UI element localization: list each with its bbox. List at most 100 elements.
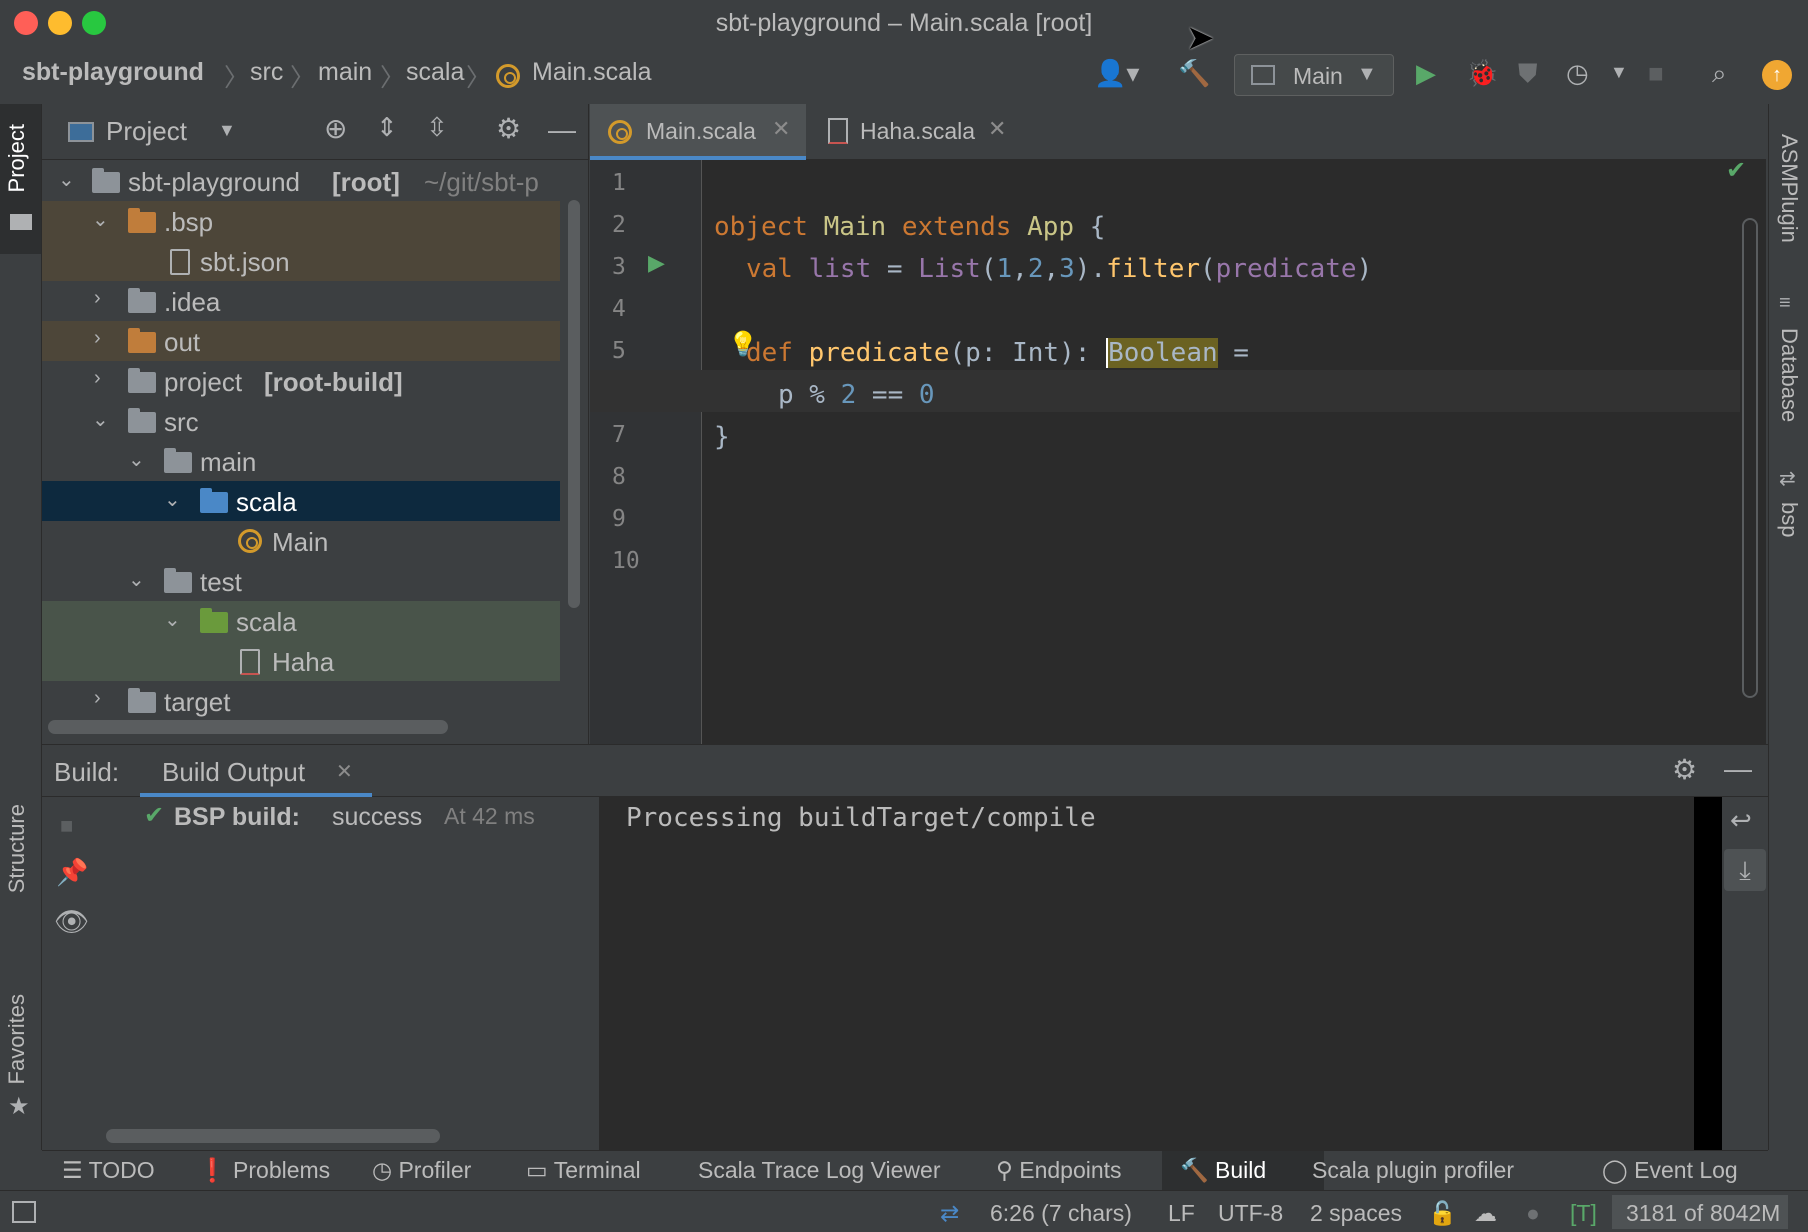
- profiler-icon[interactable]: ◷: [1566, 58, 1589, 89]
- locate-icon[interactable]: ⊕: [324, 112, 347, 145]
- tab-haha-scala[interactable]: Haha.scala ✕: [808, 104, 1024, 160]
- typecheck-icon[interactable]: [T]: [1570, 1200, 1597, 1227]
- breadcrumb-src[interactable]: src: [250, 58, 283, 87]
- chevron-down-icon[interactable]: ⌄: [128, 447, 145, 472]
- chevron-down-icon[interactable]: ▼: [1610, 62, 1628, 83]
- close-icon[interactable]: ✕: [988, 116, 1006, 142]
- caret-position[interactable]: 6:26 (7 chars): [990, 1200, 1132, 1227]
- scala-plugin-profiler-button[interactable]: Scala plugin profiler: [1312, 1157, 1514, 1184]
- bsp-icon: ⇄: [1779, 468, 1796, 490]
- stop-icon[interactable]: ■: [1648, 58, 1664, 89]
- star-icon: ★: [8, 1093, 30, 1120]
- asmplugin-stripe-button[interactable]: ASMPlugin: [1776, 134, 1802, 243]
- tree-item-src[interactable]: ⌄ src: [42, 401, 560, 441]
- tab-main-scala[interactable]: Main.scala ✕: [590, 104, 806, 160]
- indent-setting[interactable]: 2 spaces: [1310, 1200, 1402, 1227]
- chevron-right-icon[interactable]: ›: [94, 327, 101, 350]
- soft-wrap-icon[interactable]: ↩: [1730, 805, 1752, 836]
- chevron-down-icon[interactable]: ⌄: [128, 567, 145, 592]
- project-stripe-button[interactable]: Project: [0, 104, 41, 254]
- close-icon[interactable]: ✕: [772, 116, 790, 142]
- expand-all-icon[interactable]: ⇕: [376, 112, 398, 143]
- tree-item-main[interactable]: ⌄ main: [42, 441, 560, 481]
- event-log-button[interactable]: ◯ Event Log: [1602, 1157, 1738, 1184]
- tree-item-bsp[interactable]: ⌄ .bsp: [42, 201, 560, 241]
- chevron-right-icon[interactable]: ›: [94, 287, 101, 310]
- code-line-4: val list = List(1,2,3).filter(predicate): [746, 254, 1373, 284]
- build-hammer-icon[interactable]: 🔨: [1178, 58, 1210, 89]
- tab-build-output[interactable]: Build Output ✕: [140, 745, 372, 797]
- gear-icon[interactable]: ⚙: [1672, 753, 1697, 786]
- breadcrumb-file[interactable]: Main.scala: [532, 58, 652, 87]
- chevron-down-icon[interactable]: ⌄: [58, 167, 75, 192]
- chevron-down-icon[interactable]: ⌄: [164, 607, 181, 632]
- code-editor[interactable]: 1 2 3 4 5 6 7 8 9 10 ▶ object Main exten…: [590, 157, 1766, 744]
- user-icon[interactable]: 👤▾: [1094, 58, 1139, 89]
- gear-icon[interactable]: ⚙: [496, 112, 521, 145]
- debug-icon[interactable]: 🐞: [1466, 58, 1498, 89]
- coverage-icon[interactable]: ⛊: [1518, 58, 1538, 90]
- collapse-all-icon[interactable]: ⇳: [426, 112, 448, 143]
- build-tool-button[interactable]: 🔨 Build: [1162, 1151, 1324, 1191]
- stop-icon[interactable]: ■: [60, 813, 73, 839]
- scroll-to-end-icon[interactable]: ⤓: [1724, 849, 1766, 891]
- chevron-down-icon[interactable]: ⌄: [92, 207, 109, 232]
- tree-item-project[interactable]: › project [root-build]: [42, 361, 560, 401]
- tree-item-idea[interactable]: › .idea: [42, 281, 560, 321]
- update-icon[interactable]: ↑: [1762, 60, 1792, 90]
- tree-item-root[interactable]: ⌄ sbt-playground [root] ~/git/sbt-p: [42, 161, 560, 201]
- tree-item-main-object[interactable]: Main: [42, 521, 560, 561]
- notification-icon[interactable]: ●: [1526, 1200, 1540, 1227]
- cloud-settings-icon[interactable]: ☁: [1474, 1200, 1497, 1227]
- memory-indicator[interactable]: 3181 of 8042M: [1612, 1195, 1788, 1229]
- build-tree-item[interactable]: ✔ BSP build: success At 42 ms: [100, 797, 600, 837]
- chevron-right-icon[interactable]: ›: [94, 687, 101, 710]
- close-icon[interactable]: ✕: [336, 759, 353, 784]
- tree-item-sbt-json[interactable]: sbt.json: [42, 241, 560, 281]
- todo-tool-button[interactable]: ☰ TODO: [62, 1157, 155, 1184]
- console-scrollbar[interactable]: [1694, 797, 1722, 1151]
- profiler-tool-button[interactable]: ◷ Profiler: [372, 1157, 471, 1184]
- project-horizontal-scrollbar[interactable]: [48, 720, 448, 734]
- problems-tool-button[interactable]: ❗ Problems: [198, 1157, 330, 1184]
- line-separator[interactable]: LF: [1168, 1200, 1195, 1227]
- structure-stripe-button[interactable]: Structure: [0, 804, 41, 964]
- minimize-icon[interactable]: —: [548, 114, 576, 146]
- chevron-right-icon[interactable]: ›: [94, 367, 101, 390]
- chevron-down-icon[interactable]: ▼: [218, 120, 236, 141]
- breadcrumb-scala[interactable]: scala: [406, 58, 464, 87]
- breadcrumb-project[interactable]: sbt-playground: [22, 58, 204, 87]
- editor-vertical-scrollbar[interactable]: [1742, 218, 1758, 698]
- file-encoding[interactable]: UTF-8: [1218, 1200, 1283, 1227]
- tree-item-label: test: [200, 567, 242, 597]
- minimize-icon[interactable]: —: [1724, 753, 1752, 785]
- tree-item-out[interactable]: › out: [42, 321, 560, 361]
- run-config-select[interactable]: Main ▼: [1234, 54, 1394, 96]
- run-icon[interactable]: ▶: [1416, 58, 1436, 89]
- database-stripe-button[interactable]: Database: [1776, 328, 1802, 422]
- bsp-status-icon[interactable]: ⇄: [940, 1200, 959, 1227]
- pin-icon[interactable]: 📌: [56, 857, 88, 888]
- tree-item-test[interactable]: ⌄ test: [42, 561, 560, 601]
- tree-item-target[interactable]: › target: [42, 681, 560, 721]
- tree-item-haha[interactable]: Haha: [42, 641, 560, 681]
- endpoints-tool-button[interactable]: ⚲ Endpoints: [996, 1157, 1122, 1184]
- build-tree-horizontal-scrollbar[interactable]: [106, 1129, 440, 1143]
- tree-item-test-scala[interactable]: ⌄ scala: [42, 601, 560, 641]
- scala-trace-log-viewer-button[interactable]: Scala Trace Log Viewer: [698, 1157, 941, 1184]
- chevron-down-icon[interactable]: ⌄: [164, 487, 181, 512]
- chevron-down-icon[interactable]: ⌄: [92, 407, 109, 432]
- tree-item-main-scala[interactable]: ⌄ scala: [42, 481, 560, 521]
- project-vertical-scrollbar[interactable]: [568, 200, 580, 608]
- lock-icon[interactable]: 🔓: [1428, 1200, 1457, 1227]
- eye-icon[interactable]: 👁: [54, 905, 90, 938]
- breadcrumb-main[interactable]: main: [318, 58, 372, 87]
- bsp-stripe-button[interactable]: bsp: [1776, 502, 1802, 537]
- terminal-tool-button[interactable]: ▭ Terminal: [526, 1157, 641, 1184]
- build-console[interactable]: Processing buildTarget/compile: [600, 797, 1722, 1151]
- favorites-stripe-button[interactable]: Favorites ★: [0, 994, 41, 1134]
- search-icon[interactable]: ⌕: [1712, 58, 1727, 90]
- toggle-tool-windows-icon[interactable]: [12, 1201, 36, 1223]
- run-gutter-icon[interactable]: ▶: [648, 250, 665, 276]
- project-panel-title[interactable]: Project: [106, 116, 187, 147]
